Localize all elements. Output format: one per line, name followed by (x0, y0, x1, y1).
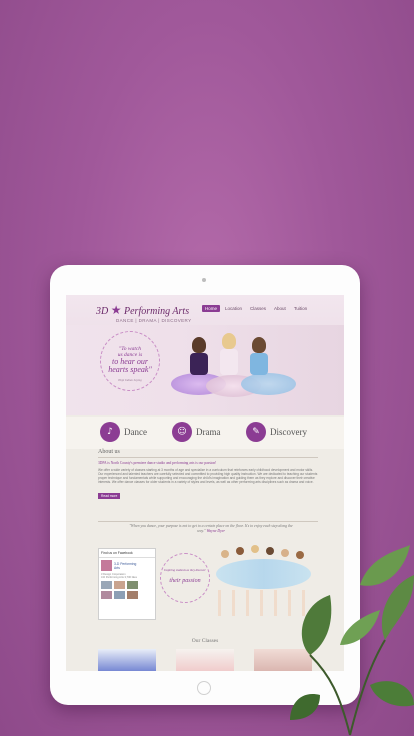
nav-item-location[interactable]: Location (222, 305, 245, 312)
logo-text-performing-arts: Performing Arts (124, 306, 190, 317)
facebook-page-name-line1: 3-D Performing (114, 561, 137, 566)
dancing-quote-author: Wayne Dyer (206, 529, 225, 533)
facebook-page-name-line2: Arts (114, 565, 120, 570)
section-divider (98, 521, 318, 522)
passion-badge: Inspiring students as they discover thei… (160, 553, 210, 603)
fan-avatar (101, 581, 112, 589)
fan-avatar (114, 581, 125, 589)
discipline-dance[interactable]: ♪ Dance (100, 422, 147, 442)
read-more-button[interactable]: Read more (98, 493, 121, 499)
logo-text-3d: 3D (96, 306, 109, 317)
about-lead: 3DPA is North County's premiere dance st… (98, 461, 217, 465)
class-card-ballet[interactable] (98, 649, 156, 671)
hero-quote-author: Hopi Indian Saying (118, 378, 142, 382)
dance-icon: ♪ (100, 422, 120, 442)
disciplines-band: ♪ Dance ☺ Drama ✎ Discovery (66, 417, 344, 449)
plant-decoration (290, 545, 414, 736)
about-title: About us (98, 449, 318, 458)
hero-banner: "To watch us dance is to hear our hearts… (66, 325, 344, 415)
facebook-fans-grid (99, 579, 155, 601)
hero-quote: "To watch us dance is to hear our hearts… (101, 346, 159, 374)
facebook-page-avatar (101, 560, 112, 571)
drama-mask-icon: ☺ (172, 422, 192, 442)
facebook-widget[interactable]: Find us on Facebook 3-D Performing Arts … (98, 548, 156, 620)
site-tagline: DANCE | DRAMA | DISCOVERY (116, 318, 192, 323)
facebook-page-name[interactable]: 3-D Performing Arts (114, 562, 136, 570)
passion-badge-big: their passion (169, 578, 201, 584)
class-card-drama[interactable] (176, 649, 234, 671)
fan-avatar (127, 591, 138, 599)
discipline-dance-label: Dance (124, 427, 147, 437)
about-body: We offer a wide variety of classes start… (98, 468, 318, 484)
site-logo[interactable]: 3D ★ Performing Arts (96, 303, 189, 318)
tablet-home-button[interactable] (197, 681, 211, 695)
nav-item-classes[interactable]: Classes (247, 305, 269, 312)
nav-item-about[interactable]: About (271, 305, 289, 312)
discipline-discovery[interactable]: ✎ Discovery (246, 422, 307, 442)
facebook-widget-header: Find us on Facebook (99, 549, 155, 558)
about-section: About us 3DPA is North County's premiere… (98, 449, 318, 502)
facebook-page-row[interactable]: 3-D Performing Arts (99, 558, 155, 573)
discovery-icon: ✎ (246, 422, 266, 442)
passion-badge-small: Inspiring students as they discover (164, 568, 206, 572)
discipline-drama-label: Drama (196, 427, 221, 437)
discipline-discovery-label: Discovery (270, 427, 307, 437)
nav-item-tuition[interactable]: Tuition (291, 305, 310, 312)
main-nav: Home Location Classes About Tuition (202, 305, 310, 312)
star-icon: ★ (110, 303, 122, 317)
fan-avatar (101, 591, 112, 599)
dancing-quote: "When you dance, your purpose is not to … (126, 524, 296, 534)
fan-avatar (127, 581, 138, 589)
tablet-camera (202, 278, 206, 282)
nav-item-home[interactable]: Home (202, 305, 221, 312)
discipline-drama[interactable]: ☺ Drama (172, 422, 221, 442)
fan-avatar (114, 591, 125, 599)
hero-quote-big2: hearts speak" (108, 365, 152, 374)
hero-quote-circle: "To watch us dance is to hear our hearts… (100, 331, 160, 391)
